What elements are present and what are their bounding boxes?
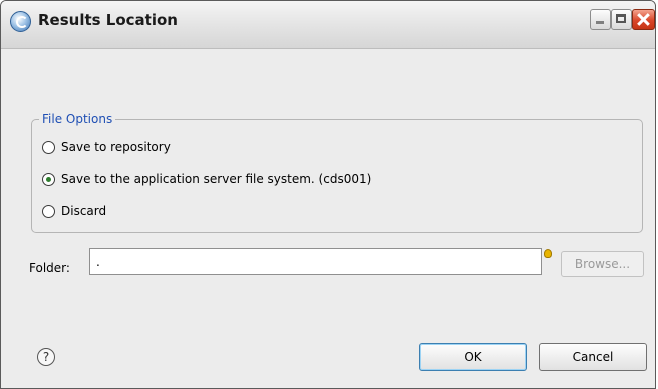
cancel-button[interactable]: Cancel xyxy=(539,343,647,371)
help-icon[interactable]: ? xyxy=(37,348,55,366)
radio-label: Discard xyxy=(61,204,107,218)
radio-unchecked-icon[interactable] xyxy=(42,140,55,154)
lightbulb-hint-icon xyxy=(544,249,552,258)
minimize-icon[interactable] xyxy=(590,9,611,30)
folder-input[interactable] xyxy=(89,248,542,275)
radio-label: Save to repository xyxy=(61,140,171,154)
folder-label: Folder: xyxy=(29,261,70,275)
radio-checked-icon[interactable] xyxy=(42,172,55,186)
radio-label: Save to the application server file syst… xyxy=(61,172,372,186)
dialog-title: Results Location xyxy=(38,11,178,29)
radio-save-to-repository[interactable]: Save to repository xyxy=(42,139,171,155)
app-icon xyxy=(10,11,31,32)
dialog-window: Results Location File Options Save to re… xyxy=(0,0,656,389)
radio-unchecked-icon[interactable] xyxy=(42,204,55,218)
close-icon[interactable] xyxy=(632,9,655,30)
radio-save-to-server[interactable]: Save to the application server file syst… xyxy=(42,171,371,187)
file-options-legend: File Options xyxy=(39,111,116,127)
title-bar[interactable]: Results Location xyxy=(1,1,655,49)
maximize-icon[interactable] xyxy=(611,9,632,30)
radio-discard[interactable]: Discard xyxy=(42,203,106,219)
browse-button[interactable]: Browse... xyxy=(561,251,644,277)
ok-button[interactable]: OK xyxy=(419,343,527,371)
